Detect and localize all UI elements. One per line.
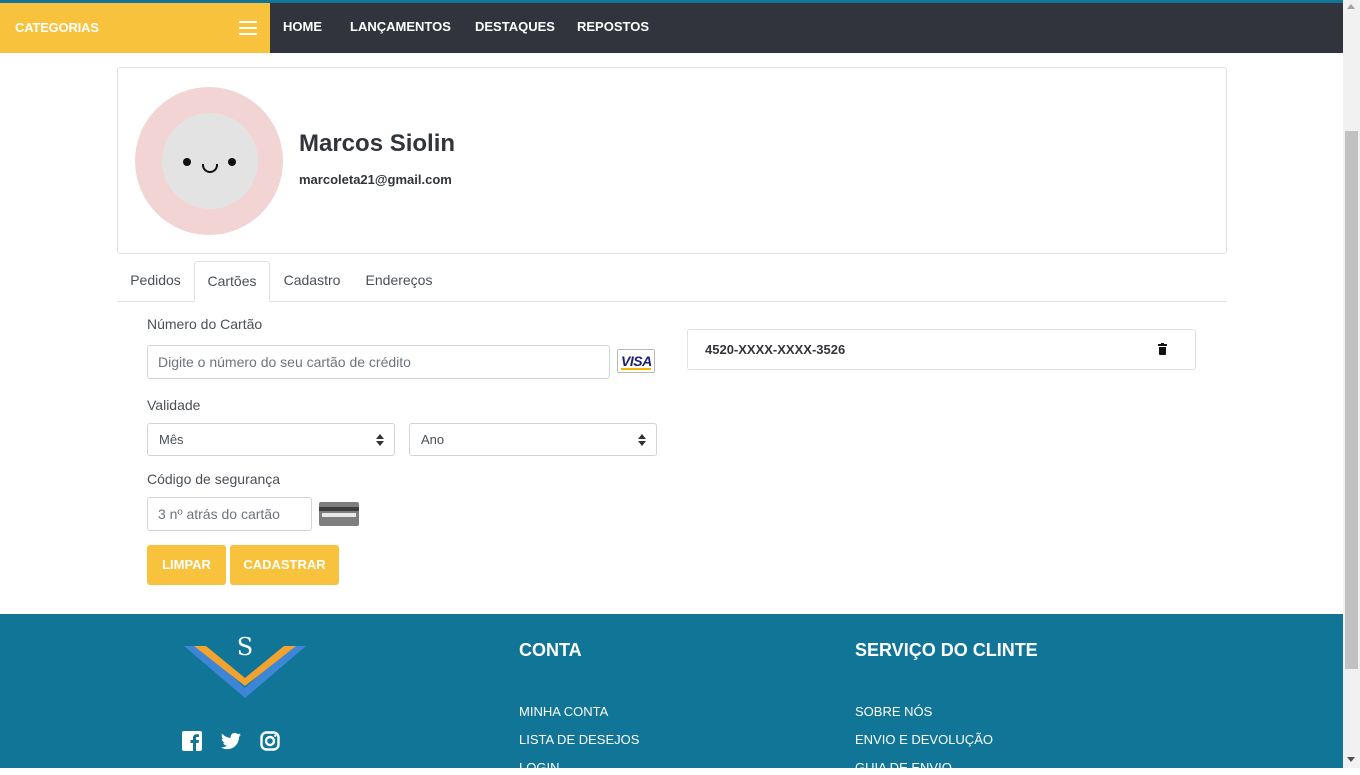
avatar <box>135 87 283 235</box>
top-navbar: CATEGORIAS HOME LANÇAMENTOS DESTAQUES RE… <box>0 3 1343 53</box>
select-arrows-icon <box>376 434 384 446</box>
nav-link-home[interactable]: HOME <box>283 19 322 34</box>
hamburger-menu-icon[interactable] <box>239 21 257 35</box>
saved-card-item: 4520-XXXX-XXXX-3526 <box>687 329 1196 370</box>
avatar-face-icon <box>162 113 258 209</box>
tab-pedidos[interactable]: Pedidos <box>117 261 194 300</box>
register-card-button[interactable]: CADASTRAR <box>230 545 339 585</box>
footer-service-heading: SERVIÇO DO CLINTE <box>855 640 1038 660</box>
tab-cartoes[interactable]: Cartões <box>194 261 270 302</box>
instagram-icon[interactable] <box>260 731 282 753</box>
card-brand-label: VISA <box>621 353 652 369</box>
profile-card: Marcos Siolin marcoleta21@gmail.com <box>117 67 1227 254</box>
card-back-icon <box>319 502 359 526</box>
select-arrows-icon <box>638 434 646 446</box>
facebook-icon[interactable] <box>182 731 204 753</box>
profile-name: Marcos Siolin <box>299 130 456 157</box>
footer-link-lista-de-desejos[interactable]: LISTA DE DESEJOS <box>519 732 639 747</box>
tab-cadastro[interactable]: Cadastro <box>270 261 354 300</box>
scroll-up-arrow-icon[interactable] <box>1347 4 1355 9</box>
cvv-label: Código de segurança <box>147 471 281 487</box>
categories-menu[interactable]: CATEGORIAS <box>0 3 270 53</box>
brand-logo: S <box>184 633 306 698</box>
scroll-down-arrow-icon[interactable] <box>1347 757 1355 762</box>
tab-enderecos[interactable]: Endereços <box>354 261 444 300</box>
clear-button[interactable]: LIMPAR <box>147 545 226 585</box>
footer-link-minha-conta[interactable]: MINHA CONTA <box>519 704 608 719</box>
validity-label: Validade <box>147 397 201 413</box>
saved-card-number: 4520-XXXX-XXXX-3526 <box>705 342 846 357</box>
profile-tabs: Pedidos Cartões Cadastro Endereços <box>117 261 1227 302</box>
footer-link-envio-e-devolucao[interactable]: ENVIO E DEVOLUÇÃO <box>855 732 993 747</box>
footer-account-heading: CONTA <box>519 640 582 660</box>
month-select[interactable]: Mês <box>147 423 395 456</box>
card-number-input[interactable] <box>147 345 610 379</box>
footer: S CONTA MINHA CONTA LISTA DE DESEJOS LOG… <box>0 614 1343 775</box>
twitter-icon[interactable] <box>220 731 242 753</box>
year-select-value: Ano <box>421 432 445 447</box>
nav-link-lancamentos[interactable]: LANÇAMENTOS <box>350 19 451 34</box>
trash-icon[interactable] <box>1158 343 1167 355</box>
footer-link-sobre-nos[interactable]: SOBRE NÓS <box>855 704 932 719</box>
logo-letter: S <box>237 633 253 661</box>
page-scrollbar[interactable] <box>1343 0 1360 768</box>
month-select-value: Mês <box>159 432 184 447</box>
scrollbar-thumb[interactable] <box>1345 131 1358 669</box>
cvv-input[interactable] <box>147 497 312 531</box>
year-select[interactable]: Ano <box>409 423 657 456</box>
nav-link-destaques[interactable]: DESTAQUES <box>475 19 555 34</box>
card-number-label: Número do Cartão <box>147 316 263 332</box>
nav-link-repostos[interactable]: REPOSTOS <box>577 19 649 34</box>
visa-card-icon: VISA <box>617 349 655 373</box>
categories-label: CATEGORIAS <box>15 20 99 35</box>
profile-email: marcoleta21@gmail.com <box>299 172 452 187</box>
